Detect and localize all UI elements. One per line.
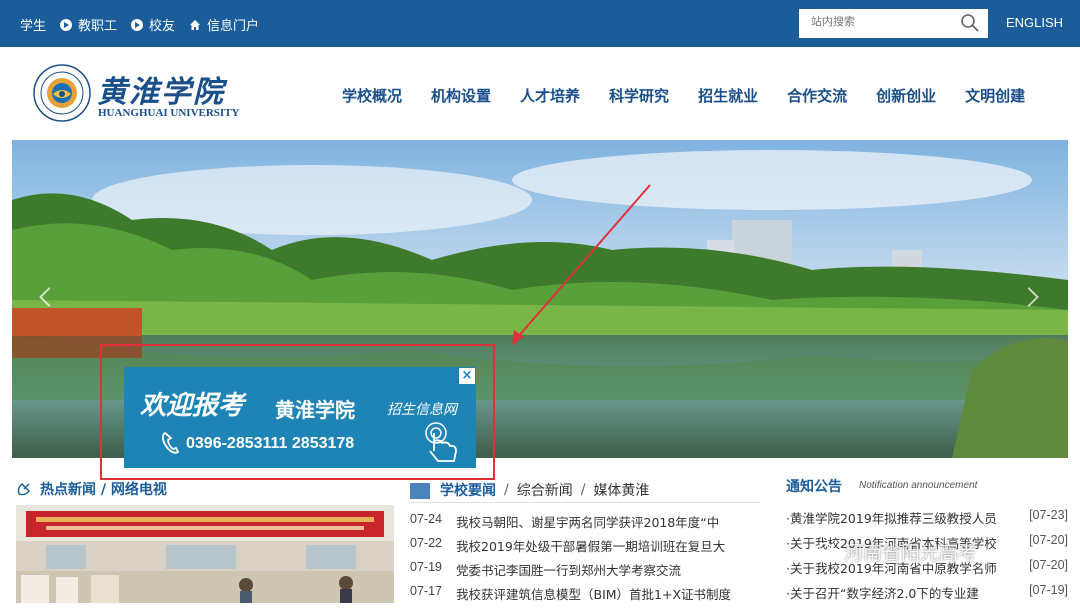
- search-icon[interactable]: [960, 13, 980, 33]
- news-text: 我校马朝阳、谢星宇两名同学获评2018年度“中: [456, 515, 720, 530]
- logo-chinese-name: 黄淮学院: [97, 75, 225, 110]
- news-list: 07-24 我校马朝阳、谢星宇两名同学获评2018年度“中 07-22 我校20…: [410, 512, 760, 608]
- top-link-label: 信息门户: [207, 19, 260, 34]
- top-link-portal[interactable]: 信息门户: [189, 15, 259, 34]
- notice-text: ·黄淮学院2019年拟推荐三级教授人员: [786, 511, 997, 526]
- tap-hand-icon: [425, 422, 457, 462]
- nav-item-admissions[interactable]: 招生就业: [698, 85, 758, 106]
- nav-item-cooperation[interactable]: 合作交流: [787, 85, 847, 106]
- news-tabs: 学校要闻 / 综合新闻 / 媒体黄淮: [410, 477, 760, 503]
- search-input[interactable]: [811, 15, 951, 28]
- list-item[interactable]: 07-17 我校获评建筑信息模型（BIM）首批1+X证书制度: [410, 584, 760, 608]
- list-item[interactable]: 07-19 党委书记李国胜一行到郑州大学考察交流: [410, 560, 760, 584]
- home-icon: [190, 19, 201, 30]
- watermark-text: 河南省阳光高考: [844, 542, 978, 564]
- close-icon[interactable]: ×: [459, 368, 475, 384]
- top-link-label: 教职工: [78, 19, 118, 34]
- nav-item-research[interactable]: 科学研究: [609, 85, 669, 106]
- list-item[interactable]: 07-24 我校马朝阳、谢星宇两名同学获评2018年度“中: [410, 512, 760, 536]
- nav-item-innovation[interactable]: 创新创业: [876, 85, 936, 106]
- notice-date: [07-19]: [1029, 583, 1068, 597]
- tab-general-news[interactable]: 综合新闻: [517, 480, 573, 500]
- top-link-staff[interactable]: 教职工: [60, 15, 117, 34]
- main-nav: 学校概况 机构设置 人才培养 科学研究 招生就业 合作交流 创新创业 文明创建: [342, 85, 1054, 106]
- nav-item-overview[interactable]: 学校概况: [342, 85, 402, 106]
- tab-school-news[interactable]: 学校要闻: [440, 480, 496, 500]
- circle-arrow-icon: [131, 18, 144, 31]
- list-item[interactable]: ·关于召开“数字经济2.0下的专业建 [07-19]: [786, 583, 1068, 608]
- hot-news-photo[interactable]: [16, 505, 394, 603]
- top-link-label: 学生: [20, 19, 47, 34]
- ad-school-name: 黄淮学院: [275, 398, 355, 422]
- satellite-dish-icon: [17, 483, 30, 496]
- tab-marker-icon: [410, 483, 430, 499]
- top-link-label: 校友: [149, 19, 176, 34]
- notice-text: ·关于召开“数字经济2.0下的专业建: [786, 586, 979, 601]
- top-link-alumni[interactable]: 校友: [131, 15, 175, 34]
- notice-date: [07-20]: [1029, 533, 1068, 547]
- news-date: 07-19: [410, 560, 442, 574]
- university-seal-icon[interactable]: [33, 64, 91, 122]
- wechat-icon: [816, 542, 840, 560]
- admissions-ad-popup[interactable]: 欢迎报考 黄淮学院 招生信息网 0396-2853111 2853178 ×: [124, 367, 476, 468]
- list-item[interactable]: ·黄淮学院2019年拟推荐三级教授人员 [07-23]: [786, 508, 1068, 533]
- top-link-student[interactable]: 学生: [20, 15, 46, 34]
- news-text: 我校2019年处级干部暑假第一期培训班在复旦大: [456, 539, 726, 554]
- exhibition-photo: [16, 505, 394, 603]
- top-links: 学生 教职工 校友 信息门户: [20, 15, 273, 34]
- news-date: 07-22: [410, 536, 442, 550]
- circle-arrow-icon: [60, 18, 73, 31]
- wechat-watermark: 河南省阳光高考: [816, 538, 977, 565]
- tab-separator: /: [580, 481, 586, 498]
- notice-subtitle: Notification announcement: [859, 480, 978, 491]
- notice-date: [07-23]: [1029, 508, 1068, 522]
- news-text: 党委书记李国胜一行到郑州大学考察交流: [456, 563, 682, 578]
- phone-icon: [161, 431, 180, 454]
- news-text: 我校获评建筑信息模型（BIM）首批1+X证书制度: [456, 587, 732, 602]
- nav-item-civilization[interactable]: 文明创建: [965, 85, 1025, 106]
- hot-news-title[interactable]: 热点新闻 / 网络电视: [40, 479, 167, 499]
- nav-item-departments[interactable]: 机构设置: [431, 85, 491, 106]
- top-bar: 学生 教职工 校友 信息门户 ENGLISH: [0, 0, 1080, 47]
- tab-media-news[interactable]: 媒体黄淮: [593, 480, 649, 500]
- list-item[interactable]: 07-22 我校2019年处级干部暑假第一期培训班在复旦大: [410, 536, 760, 560]
- tab-separator: /: [504, 481, 509, 498]
- site-header: 黄淮学院 HUANGHUAI UNIVERSITY 学校概况 机构设置 人才培养…: [0, 47, 1080, 140]
- notice-date: [07-20]: [1029, 558, 1068, 572]
- english-link[interactable]: ENGLISH: [1006, 15, 1063, 30]
- news-date: 07-17: [410, 584, 442, 598]
- ad-phone-numbers: 0396-2853111 2853178: [186, 435, 355, 452]
- logo-english-name: HUANGHUAI UNIVERSITY: [98, 107, 240, 119]
- notice-title[interactable]: 通知公告: [786, 476, 842, 496]
- news-date: 07-24: [410, 512, 442, 526]
- ad-subtitle: 招生信息网: [387, 402, 457, 418]
- ad-welcome-text: 欢迎报考: [140, 391, 245, 421]
- site-search: [799, 9, 988, 38]
- nav-item-education[interactable]: 人才培养: [520, 85, 580, 106]
